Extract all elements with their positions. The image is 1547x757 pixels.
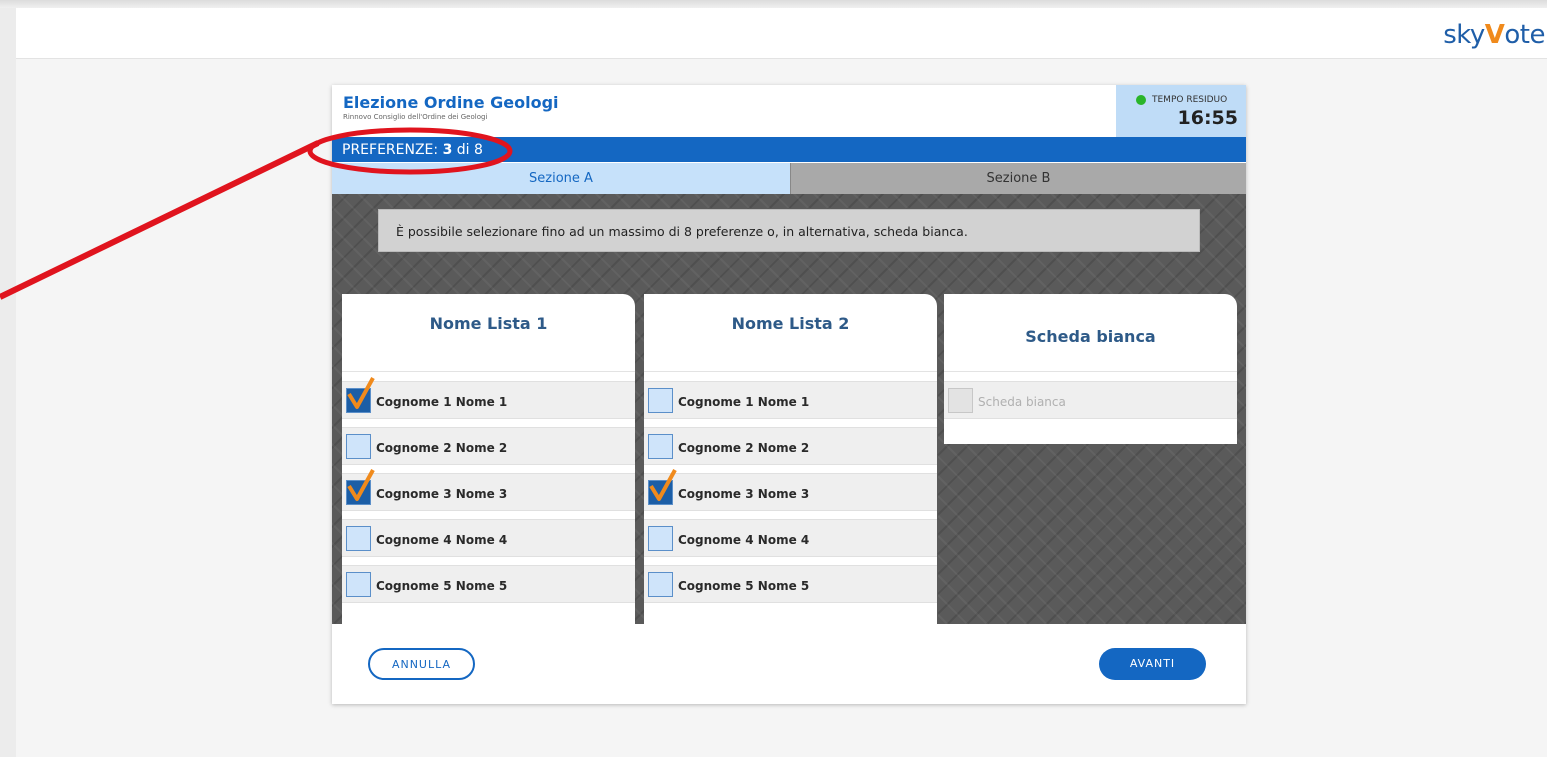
list-1-panel: Nome Lista 1 Cognome 1 Nome 1 Cognome 2 N…: [342, 294, 635, 624]
preferences-selected: 3: [442, 142, 453, 158]
top-shadow: [0, 0, 1547, 8]
status-dot-icon: [1136, 95, 1146, 105]
candidate-row[interactable]: Cognome 4 Nome 4: [342, 519, 635, 557]
list-name: Nome Lista 1: [342, 294, 635, 372]
checkbox[interactable]: [648, 434, 673, 459]
app-header: skyVote: [16, 8, 1547, 59]
candidate-name: Scheda bianca: [978, 395, 1066, 409]
tab-sezione-a[interactable]: Sezione A: [332, 163, 790, 194]
timer-label: TEMPO RESIDUO: [1152, 95, 1228, 105]
candidate-name: Cognome 4 Nome 4: [376, 533, 508, 547]
candidate-row[interactable]: Cognome 1 Nome 1: [644, 381, 937, 419]
skyvote-logo: skyVote: [1443, 20, 1545, 50]
checkmark-icon: [649, 469, 677, 501]
list-name: Scheda bianca: [944, 294, 1237, 372]
candidate-name: Cognome 4 Nome 4: [678, 533, 810, 547]
ballot-footer: ANNULLA AVANTI: [332, 624, 1246, 704]
candidate-name: Cognome 2 Nome 2: [678, 441, 810, 455]
list-name: Nome Lista 2: [644, 294, 937, 372]
cancel-button[interactable]: ANNULLA: [368, 648, 475, 680]
candidate-row[interactable]: Cognome 3 Nome 3: [644, 469, 937, 511]
candidate-name: Cognome 1 Nome 1: [678, 395, 810, 409]
candidate-name: Cognome 3 Nome 3: [376, 487, 508, 501]
candidate-name: Cognome 1 Nome 1: [376, 395, 508, 409]
candidate-name: Cognome 3 Nome 3: [678, 487, 810, 501]
preferences-counter: PREFERENZE: 3 di 8: [332, 137, 1246, 162]
left-strip: [0, 8, 16, 757]
candidate-row[interactable]: Cognome 5 Nome 5: [644, 565, 937, 603]
election-subtitle: Rinnovo Consiglio dell'Ordine dei Geolog…: [343, 113, 488, 121]
timer-value: 16:55: [1177, 107, 1238, 129]
blank-ballot-panel: Scheda bianca Scheda bianca: [944, 294, 1237, 444]
ballot-card: Elezione Ordine Geologi Rinnovo Consigli…: [332, 85, 1246, 704]
page: skyVote Elezione Ordine Geologi Rinnovo …: [0, 0, 1547, 757]
tab-sezione-b[interactable]: Sezione B: [790, 163, 1246, 194]
section-tabs: Sezione A Sezione B: [332, 163, 1246, 194]
candidate-row[interactable]: Cognome 2 Nome 2: [644, 427, 937, 465]
candidate-row[interactable]: Cognome 4 Nome 4: [644, 519, 937, 557]
checkmark-icon: [347, 377, 375, 409]
checkmark-icon: [347, 469, 375, 501]
checkbox[interactable]: [648, 388, 673, 413]
checkbox[interactable]: [346, 526, 371, 551]
checkbox[interactable]: [648, 572, 673, 597]
candidate-row[interactable]: Cognome 1 Nome 1: [342, 377, 635, 419]
remaining-time-panel: TEMPO RESIDUO 16:55: [1116, 85, 1246, 137]
candidate-name: Cognome 5 Nome 5: [678, 579, 810, 593]
candidate-name: Cognome 2 Nome 2: [376, 441, 508, 455]
list-2-panel: Nome Lista 2 Cognome 1 Nome 1 Cognome 2 N…: [644, 294, 937, 624]
blank-ballot-option[interactable]: Scheda bianca: [944, 381, 1237, 419]
candidate-name: Cognome 5 Nome 5: [376, 579, 508, 593]
next-button[interactable]: AVANTI: [1099, 648, 1206, 680]
candidate-row[interactable]: Cognome 2 Nome 2: [342, 427, 635, 465]
instruction-notice: È possibile selezionare fino ad un massi…: [378, 209, 1200, 252]
checkbox[interactable]: [948, 388, 973, 413]
candidate-row[interactable]: Cognome 3 Nome 3: [342, 469, 635, 511]
election-title: Elezione Ordine Geologi: [343, 93, 559, 112]
ballot-header: Elezione Ordine Geologi Rinnovo Consigli…: [332, 85, 1246, 137]
checkbox[interactable]: [648, 526, 673, 551]
checkbox[interactable]: [346, 434, 371, 459]
candidate-row[interactable]: Cognome 5 Nome 5: [342, 565, 635, 603]
annotation-arrow-line: [0, 140, 320, 300]
ballot-board: È possibile selezionare fino ad un massi…: [332, 194, 1246, 624]
checkbox[interactable]: [346, 572, 371, 597]
